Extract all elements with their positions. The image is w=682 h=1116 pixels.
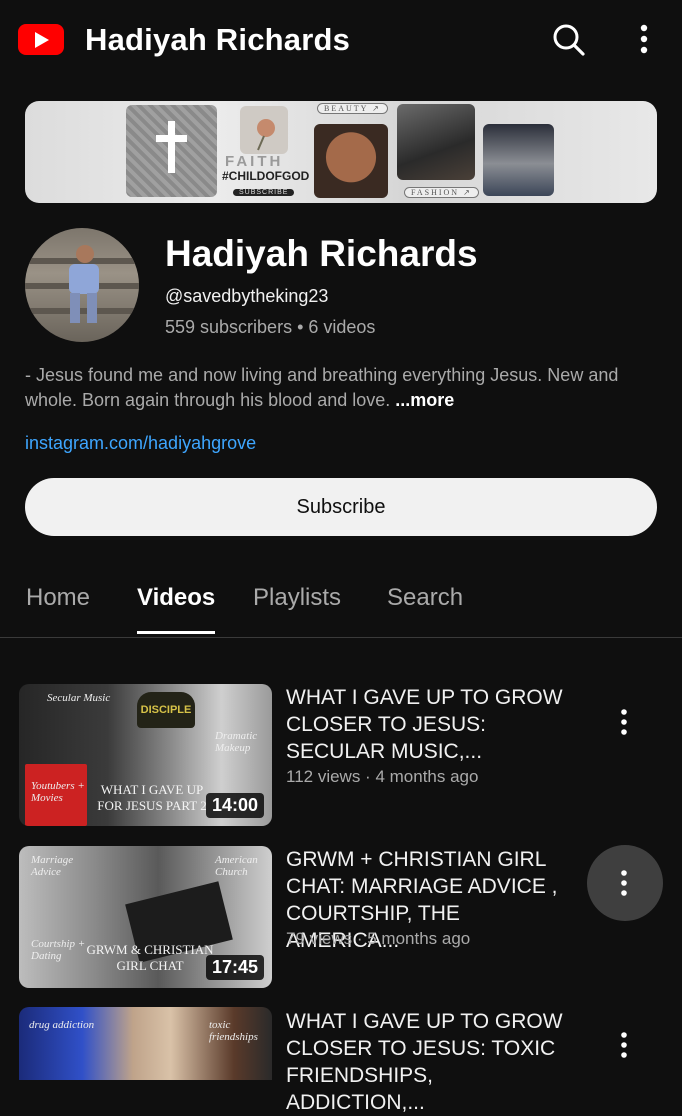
video-thumbnail[interactable]: Secular Music Dramatic Makeup Youtubers … (19, 684, 272, 826)
video-more-icon[interactable] (610, 708, 638, 736)
description-more-link[interactable]: ...more (395, 390, 454, 410)
tabs-divider (0, 637, 682, 638)
banner-faith-text: FAITH (225, 153, 284, 170)
banner-subscribe-badge: SUBSCRIBE (233, 189, 295, 196)
sneakers-image (483, 124, 554, 196)
video-duration: 14:00 (205, 793, 264, 818)
thumb-label: drug addiction (29, 1019, 95, 1031)
cross-image (126, 105, 217, 197)
video-more-icon[interactable] (610, 1031, 638, 1059)
channel-handle: @savedbytheking23 (165, 286, 329, 306)
search-icon[interactable] (549, 20, 589, 60)
video-title-line: GRWM + CHRISTIAN GIRL (286, 848, 547, 871)
video-title-line: WHAT I GAVE UP TO GROW (286, 1010, 563, 1033)
banner-beauty-label: BEAUTY ↗ (317, 103, 388, 114)
channel-description[interactable]: - Jesus found me and now living and brea… (25, 363, 665, 413)
video-title[interactable]: WHAT I GAVE UP TO GROW CLOSER TO JESUS: … (286, 684, 576, 765)
channel-external-link[interactable]: instagram.com/hadiyahgrove (25, 433, 256, 454)
beauty-portrait (314, 124, 388, 198)
banner-hashtag: #CHILDOFGOD (222, 169, 310, 183)
channel-header-title: Hadiyah Richards (85, 22, 351, 57)
tab-playlists[interactable]: Playlists (253, 584, 341, 612)
video-duration: 17:45 (205, 955, 264, 980)
channel-avatar[interactable] (25, 228, 139, 342)
thumb-label: toxic friendships (209, 1019, 258, 1043)
cross-icon (156, 121, 187, 173)
channel-description-text: - Jesus found me and now living and brea… (25, 365, 619, 410)
subscribe-button[interactable]: Subscribe (25, 478, 657, 536)
video-title-line: SECULAR MUSIC,... (286, 740, 483, 763)
more-vert-icon[interactable] (630, 22, 658, 56)
tab-home[interactable]: Home (26, 584, 90, 612)
video-title-line: CHAT: MARRIAGE ADVICE , (286, 875, 558, 898)
channel-stats: 559 subscribers • 6 videos (165, 317, 376, 337)
video-title-line: WHAT I GAVE UP TO GROW (286, 686, 563, 709)
video-title-line: CLOSER TO JESUS: (286, 713, 486, 736)
youtube-logo-icon[interactable] (18, 24, 64, 55)
flower-image (240, 106, 288, 154)
fashion-image (397, 104, 475, 180)
thumb-label: Youtubers + Movies (31, 780, 85, 804)
banner-fashion-label: FASHION ↗ (404, 187, 479, 198)
video-thumbnail[interactable]: drug addiction toxic friendships (19, 1007, 272, 1080)
thumb-label: Dramatic Makeup (215, 730, 258, 754)
tab-videos[interactable]: Videos (137, 584, 215, 612)
thumb-cap-text: DISCIPLE (137, 692, 195, 728)
video-thumbnail[interactable]: Marriage Advice American Church Courtshi… (19, 846, 272, 988)
video-title[interactable]: WHAT I GAVE UP TO GROW CLOSER TO JESUS: … (286, 1008, 576, 1116)
video-title-line: FRIENDSHIPS, ADDICTION,... (286, 1064, 434, 1114)
tab-search[interactable]: Search (387, 584, 463, 612)
thumb-label: American Church (215, 854, 258, 878)
video-title-line: CLOSER TO JESUS: TOXIC (286, 1037, 556, 1060)
channel-name: Hadiyah Richards (165, 233, 478, 274)
thumb-caption: GRWM & CHRISTIAN GIRL CHAT (86, 942, 214, 973)
video-meta: 79 views · 5 months ago (286, 929, 471, 948)
thumb-label: Secular Music (47, 692, 111, 704)
thumb-label: Marriage Advice (31, 854, 74, 878)
video-more-icon[interactable] (610, 869, 638, 897)
channel-banner: FAITH #CHILDOFGOD SUBSCRIBE BEAUTY ↗ FAS… (25, 101, 657, 203)
video-meta: 112 views · 4 months ago (286, 767, 479, 786)
thumb-caption: WHAT I GAVE UP FOR JESUS PART 2 (97, 782, 207, 813)
active-tab-indicator (137, 631, 215, 634)
